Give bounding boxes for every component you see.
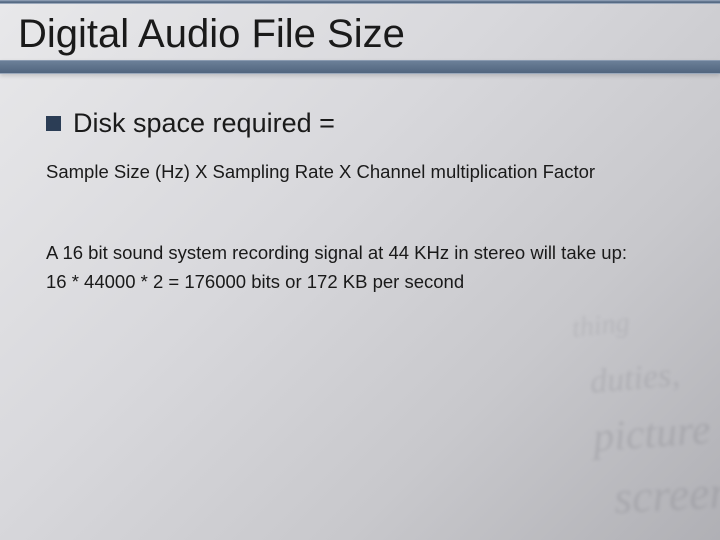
example-block: A 16 bit sound system recording signal a… — [46, 239, 690, 296]
slide-content: Disk space required = Sample Size (Hz) X… — [0, 68, 720, 296]
background-texture: thing duties, picture screen — [360, 280, 720, 540]
example-line-1: A 16 bit sound system recording signal a… — [46, 239, 690, 268]
bullet-item: Disk space required = — [46, 108, 690, 139]
formula-text: Sample Size (Hz) X Sampling Rate X Chann… — [46, 161, 690, 183]
example-line-2: 16 * 44000 * 2 = 176000 bits or 172 KB p… — [46, 268, 690, 297]
title-rule-top — [0, 0, 720, 4]
slide-title: Digital Audio File Size — [18, 10, 702, 56]
bg-word: thing — [571, 307, 632, 345]
bg-word: duties, — [589, 356, 682, 402]
square-bullet-icon — [46, 116, 61, 131]
bg-word: screen — [612, 465, 720, 524]
bullet-label: Disk space required = — [73, 108, 335, 139]
bg-word: picture — [591, 406, 711, 462]
title-area: Digital Audio File Size — [0, 0, 720, 68]
title-rule-bottom — [0, 60, 720, 74]
